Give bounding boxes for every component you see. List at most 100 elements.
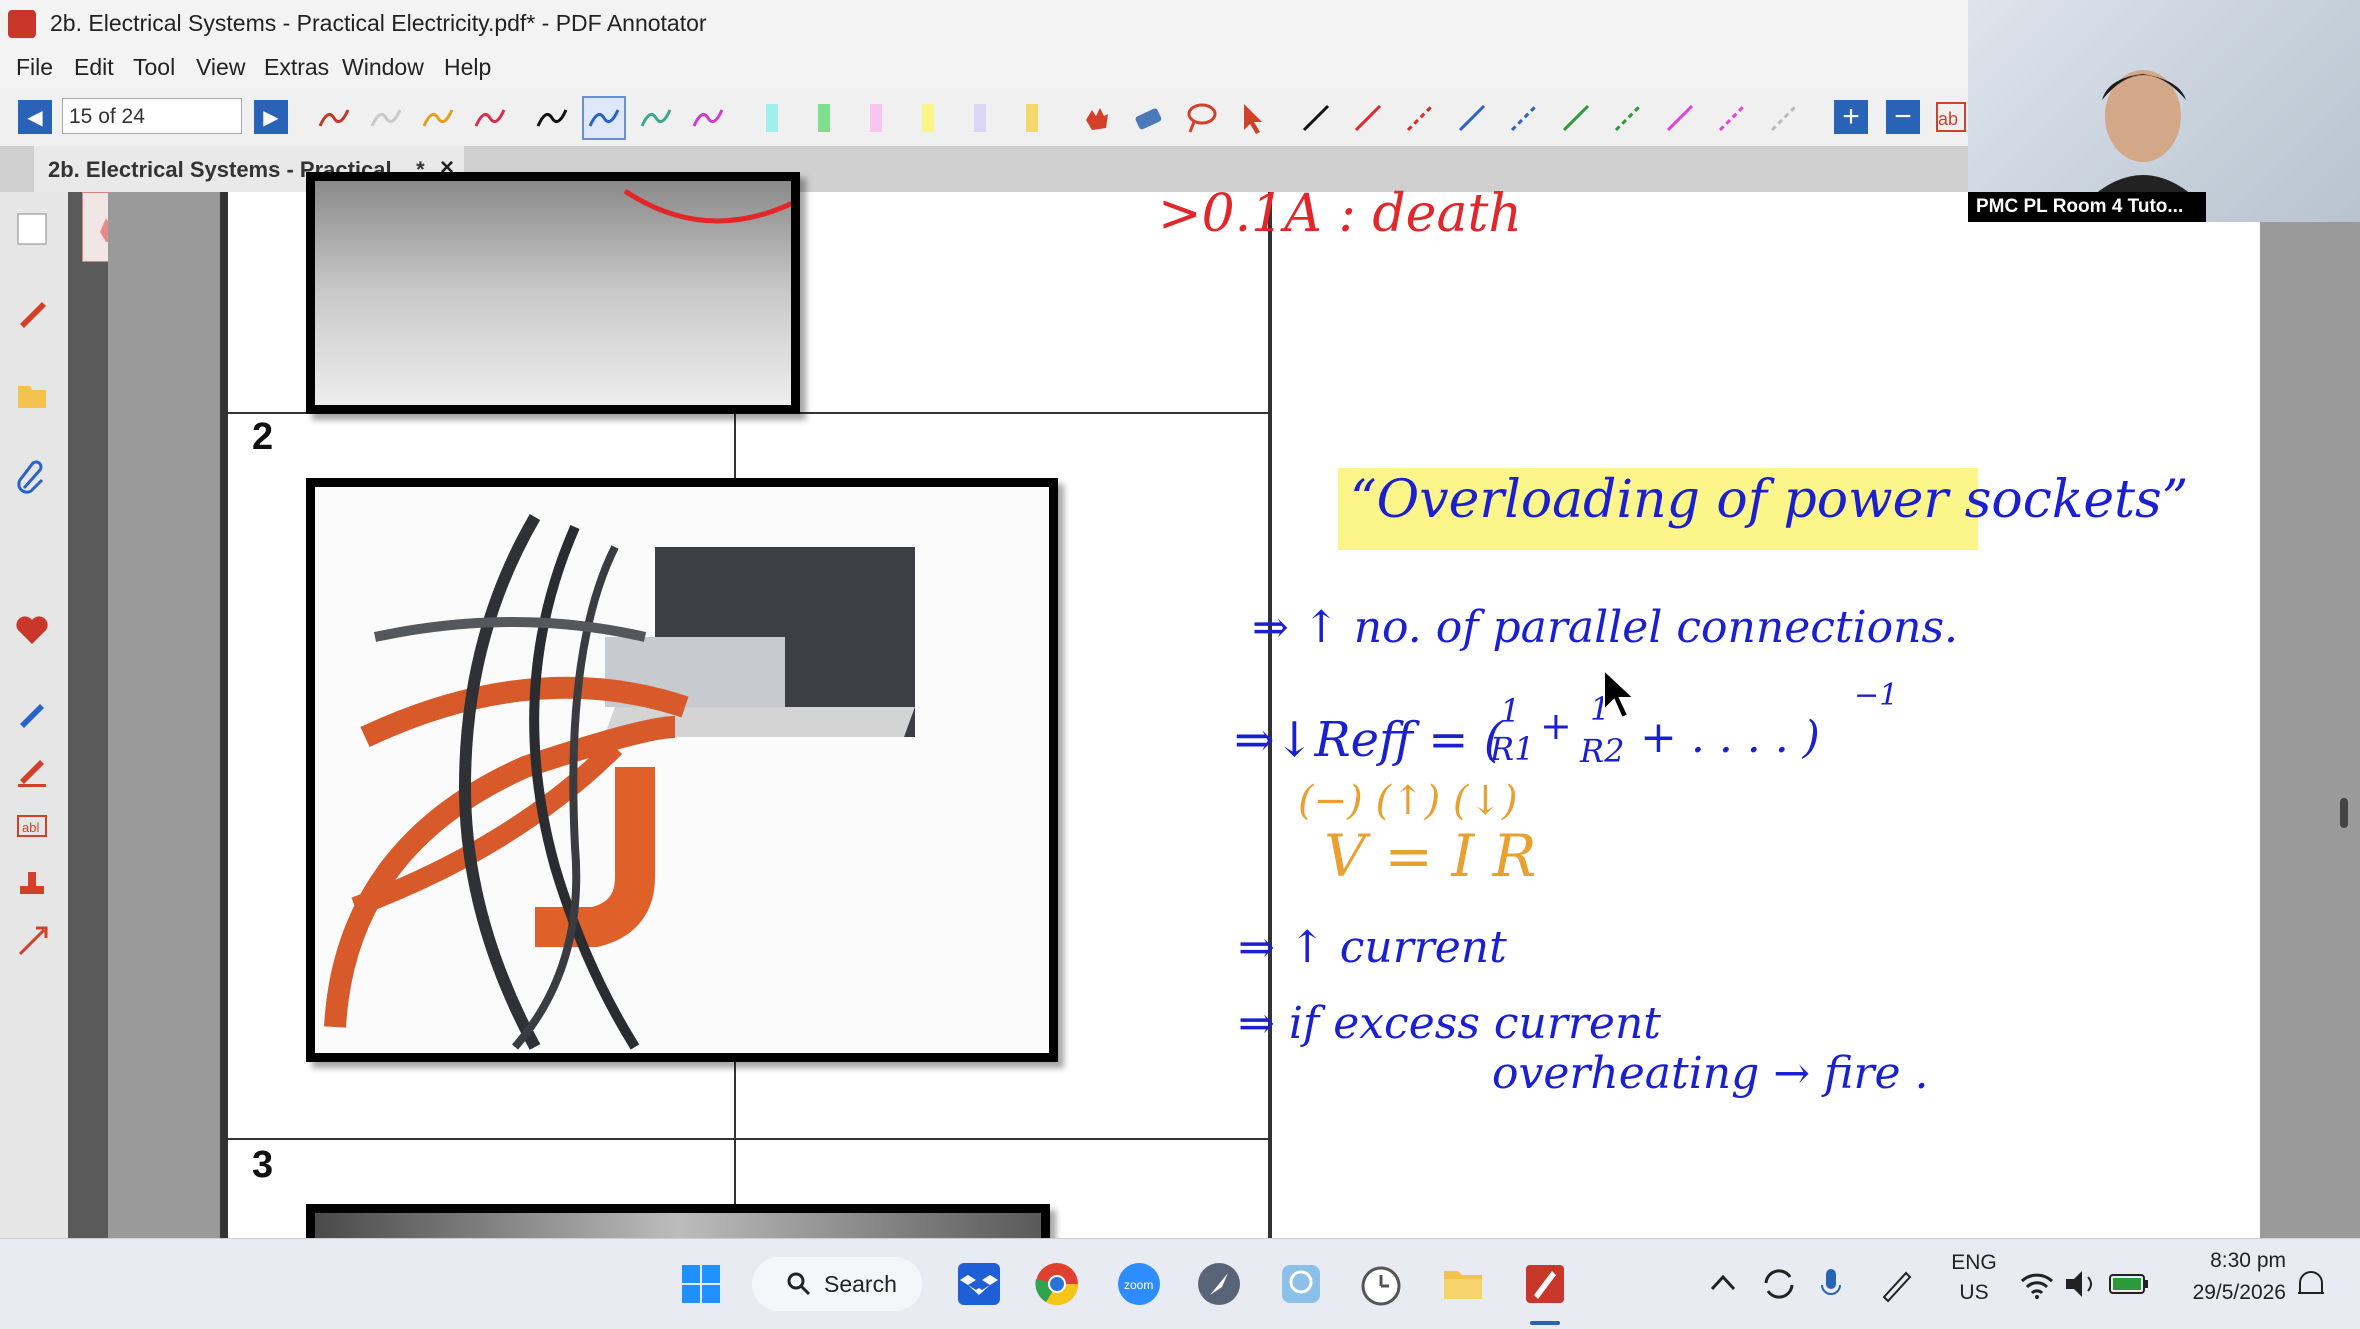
menu-help[interactable]: Help (444, 54, 491, 81)
next-page-button[interactable]: ▶ (254, 100, 288, 134)
file-explorer-icon[interactable] (1440, 1261, 1486, 1307)
menu-extras[interactable]: Extras (264, 54, 329, 81)
text-tool-button[interactable]: ab (1936, 102, 1966, 132)
line-tool-green-icon[interactable] (1556, 98, 1596, 138)
annotation-direction-signs: (−) (↑) (↓) (1298, 778, 1518, 824)
blue-pen-icon[interactable] (12, 692, 52, 732)
clock-app-icon[interactable] (1358, 1261, 1404, 1307)
notifications-bell-icon[interactable] (2288, 1261, 2334, 1307)
clock-time[interactable]: 8:30 pm (2166, 1249, 2286, 1273)
svg-text:zoom: zoom (1124, 1278, 1153, 1292)
pen-tool-yellow-icon[interactable] (418, 98, 458, 138)
highlighter-cyan-icon[interactable] (752, 98, 792, 138)
show-hidden-icons-chevron-icon[interactable] (1700, 1261, 1746, 1307)
zoom-in-button[interactable]: + (1834, 100, 1868, 134)
menu-window[interactable]: Window (342, 54, 424, 81)
text-box-icon[interactable]: abl (12, 806, 52, 846)
page-number-field[interactable]: 15 of 24 (62, 98, 242, 134)
microphone-icon[interactable] (1812, 1261, 1858, 1307)
pen-tool-crimson-icon[interactable] (470, 98, 510, 138)
stamp-icon[interactable] (12, 864, 52, 904)
remote-desktop-icon[interactable] (1278, 1261, 1324, 1307)
annotation-death-current: >0.1A : death (1158, 184, 1522, 244)
vertical-scrollbar-thumb[interactable] (2340, 798, 2348, 828)
annotation-current-increase: ⇒ ↑ current (1238, 922, 1507, 973)
dashed-line-tool-blue-icon[interactable] (1504, 98, 1544, 138)
menu-view[interactable]: View (196, 54, 245, 81)
annotation-series-continuation: + . . . . ) (1640, 712, 1820, 763)
pen-tool-magenta-icon[interactable] (688, 98, 728, 138)
paperclip-icon[interactable] (12, 458, 52, 498)
webcam-overlay: PMC PL Room 4 Tuto... (1968, 0, 2360, 222)
zoom-out-button[interactable]: − (1886, 100, 1920, 134)
pen-tool-gray-icon[interactable] (366, 98, 406, 138)
pdf-annotator-taskbar-icon[interactable] (1522, 1261, 1568, 1307)
menu-edit[interactable]: Edit (74, 54, 114, 81)
pointer-tool-icon[interactable] (1232, 98, 1272, 138)
power-socket-photo (306, 478, 1058, 1062)
battery-icon[interactable] (2106, 1261, 2152, 1307)
wifi-icon[interactable] (2014, 1261, 2060, 1307)
arrow-icon[interactable] (12, 920, 52, 960)
clock-date[interactable]: 29/5/2026 (2166, 1281, 2286, 1305)
pen-tool-red-icon[interactable] (314, 98, 354, 138)
blank-page-icon[interactable] (12, 208, 52, 248)
red-circle-annotation (623, 188, 791, 224)
taskbar-search-box[interactable]: Search (752, 1257, 922, 1311)
table-row-divider (228, 1138, 1268, 1140)
annotation-title: “Overloading of power sockets” (1350, 470, 2189, 530)
dashed-line-tool-green-icon[interactable] (1608, 98, 1648, 138)
line-tool-blue-icon[interactable] (1452, 98, 1492, 138)
highlighter-gold-icon[interactable] (1012, 98, 1052, 138)
annotation-overheating-fire: overheating → fire . (1492, 1048, 1929, 1099)
highlighter-green-icon[interactable] (804, 98, 844, 138)
highlighter-pink-icon[interactable] (856, 98, 896, 138)
favorites-heart-icon[interactable] (12, 610, 52, 650)
window-title: 2b. Electrical Systems - Practical Elect… (50, 10, 707, 36)
sync-icon[interactable] (1756, 1261, 1802, 1307)
menu-bar: File Edit Tool View Extras Window Help (0, 48, 1968, 88)
highlighter-lavender-icon[interactable] (960, 98, 1000, 138)
windows-start-icon[interactable] (678, 1261, 724, 1307)
annotation-plus: + (1540, 704, 1572, 748)
pencil-icon[interactable] (12, 292, 52, 332)
annotation-ohms-law: V = I R (1324, 822, 1537, 890)
dashed-line-tool-red-icon[interactable] (1400, 98, 1440, 138)
pen-tool-teal-icon[interactable] (636, 98, 676, 138)
pen-tool-black-icon[interactable] (532, 98, 572, 138)
pdf-page: 2 3 >0.1A : death “Overloading of power … (220, 172, 2260, 1282)
highlighter-icon[interactable] (12, 750, 52, 790)
menu-tool[interactable]: Tool (133, 54, 175, 81)
eraser-tool-icon[interactable] (1128, 98, 1168, 138)
note-icon[interactable] (12, 376, 52, 416)
hand-tool-icon[interactable] (1076, 98, 1116, 138)
previous-page-button[interactable]: ◀ (18, 100, 52, 134)
safari-compass-icon[interactable] (1196, 1261, 1242, 1307)
search-label: Search (824, 1271, 897, 1297)
annotation-fraction-1-numerator: 1 (1500, 692, 1521, 730)
dashed-line-tool-gray-icon[interactable] (1764, 98, 1804, 138)
annotation-excess-current: ⇒ if excess current (1238, 998, 1661, 1049)
table-left-border (220, 192, 228, 1238)
dropbox-icon[interactable] (956, 1261, 1002, 1307)
annotation-parallel-connections: ⇒ ↑ no. of parallel connections. (1252, 602, 1959, 653)
line-tool-magenta-icon[interactable] (1660, 98, 1700, 138)
pen-input-icon[interactable] (1874, 1261, 1920, 1307)
dashed-line-tool-magenta-icon[interactable] (1712, 98, 1752, 138)
zoom-icon[interactable]: zoom (1116, 1261, 1162, 1307)
row-number-2: 2 (252, 416, 274, 458)
region-indicator[interactable]: US (1944, 1281, 2004, 1305)
line-tool-black-icon[interactable] (1296, 98, 1336, 138)
language-indicator[interactable]: ENG (1944, 1251, 2004, 1275)
menu-file[interactable]: File (16, 54, 53, 81)
volume-icon[interactable] (2058, 1261, 2104, 1307)
participant-name-label: PMC PL Room 4 Tuto... (1968, 192, 2206, 222)
chrome-icon[interactable] (1034, 1261, 1080, 1307)
annotation-sidebar: abl (0, 192, 68, 1238)
lasso-tool-icon[interactable] (1180, 98, 1220, 138)
highlighter-yellow-icon[interactable] (908, 98, 948, 138)
annotation-fraction-1-denominator: R1 (1490, 730, 1535, 768)
line-tool-red-icon[interactable] (1348, 98, 1388, 138)
pen-tool-blue-icon[interactable] (582, 96, 626, 140)
title-bar: 2b. Electrical Systems - Practical Elect… (0, 0, 1968, 48)
